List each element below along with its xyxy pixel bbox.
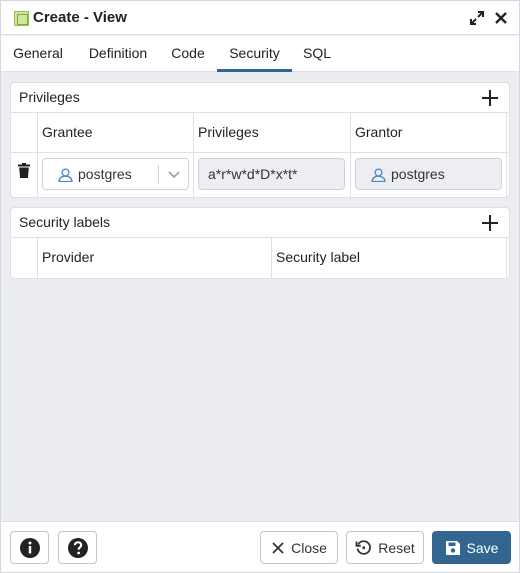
grantor-value: postgres (391, 166, 445, 182)
add-security-label-button[interactable] (479, 212, 501, 234)
dialog-footer: Close Reset Save (1, 521, 519, 572)
column-grantor: Grantor (355, 124, 403, 140)
security-labels-panel: Security labels Provider Security label (10, 207, 510, 279)
grantor-field: postgres (355, 158, 502, 190)
column-grantee: Grantee (42, 124, 93, 140)
security-labels-header: Security labels (11, 208, 509, 238)
column-privileges: Privileges (198, 124, 259, 140)
close-label: Close (291, 539, 327, 556)
column-provider: Provider (42, 249, 95, 265)
add-privilege-button[interactable] (479, 87, 501, 109)
column-security-label: Security label (276, 249, 361, 265)
table-row: postgres a*r*w*d*D*x*t* postgres (11, 153, 509, 197)
security-labels-column-header: Provider Security label (11, 238, 509, 278)
close-icon (272, 541, 284, 554)
user-icon (371, 168, 386, 182)
expand-icon (470, 11, 484, 25)
save-icon (445, 540, 460, 555)
privileges-panel: Privileges Grantee Privileges Grantor po… (10, 82, 510, 198)
privileges-column-header: Grantee Privileges Grantor (11, 113, 509, 153)
dialog-title: Create - View (33, 9, 127, 26)
title-bar: Create - View (1, 1, 519, 35)
tab-sql[interactable]: SQL (297, 36, 337, 72)
help-icon (67, 537, 88, 558)
privileges-header: Privileges (11, 83, 509, 113)
trash-icon[interactable] (18, 163, 30, 178)
security-labels-title: Security labels (19, 214, 111, 230)
tab-general[interactable]: General (5, 36, 71, 72)
privileges-value: a*r*w*d*D*x*t* (208, 166, 298, 182)
info-button[interactable] (10, 531, 49, 564)
close-icon (495, 12, 507, 24)
privileges-field[interactable]: a*r*w*d*D*x*t* (198, 158, 345, 190)
grantee-select[interactable]: postgres (42, 158, 189, 190)
chevron-down-icon (168, 171, 180, 179)
tab-bar: General Definition Code Security SQL (1, 36, 519, 72)
close-button[interactable]: Close (260, 531, 338, 564)
view-icon (14, 11, 29, 26)
reset-button[interactable]: Reset (346, 531, 424, 564)
close-window-button[interactable] (491, 8, 511, 28)
tab-security[interactable]: Security (217, 36, 292, 72)
reset-label: Reset (378, 539, 415, 556)
save-label: Save (466, 539, 499, 556)
tab-code[interactable]: Code (165, 36, 211, 72)
maximize-button[interactable] (467, 8, 487, 28)
privileges-title: Privileges (19, 89, 80, 105)
save-button[interactable]: Save (432, 531, 511, 564)
tab-definition[interactable]: Definition (79, 36, 157, 72)
create-view-dialog: Create - View General Definition Code Se… (0, 0, 520, 573)
user-icon (58, 168, 73, 182)
reset-icon (355, 540, 372, 555)
help-button[interactable] (58, 531, 97, 564)
grantee-value: postgres (78, 166, 132, 182)
info-icon (19, 537, 40, 558)
